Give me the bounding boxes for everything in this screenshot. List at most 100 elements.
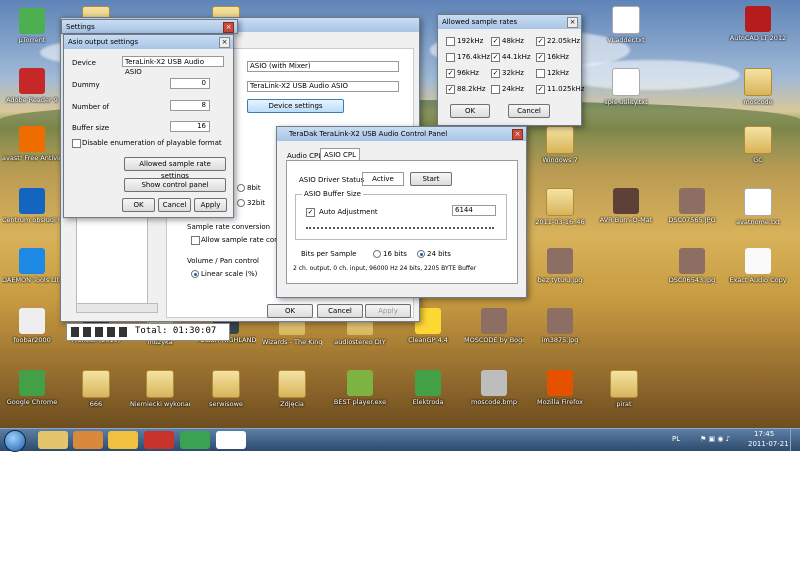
desktop-icon[interactable]: AVR Burn-O-Mat <box>596 188 656 224</box>
rate-checkbox[interactable] <box>536 69 545 78</box>
rates-cancel-button[interactable]: Cancel <box>508 104 550 118</box>
dummy-input[interactable]: 0 <box>170 78 210 89</box>
desktop-icon[interactable]: moscode.bmp <box>464 370 524 406</box>
start-button[interactable] <box>4 430 26 452</box>
rate-checkbox[interactable]: ✓ <box>536 85 545 94</box>
security-task-icon[interactable] <box>108 431 138 449</box>
bits-24-radio[interactable] <box>417 250 425 258</box>
rate-checkbox[interactable]: ✓ <box>446 85 455 94</box>
desktop-icon[interactable]: bez tytułu.jpg <box>530 248 590 284</box>
desktop-icon[interactable]: Google Chrome <box>2 370 62 406</box>
desktop-icon[interactable]: µTorrent <box>2 8 62 44</box>
teradak-control-panel-window: TeraDak TeraLink-X2 USB Audio Control Pa… <box>276 126 527 298</box>
desktop-icon[interactable]: spis utility.txt <box>596 68 656 106</box>
start-button[interactable]: Start <box>410 172 452 186</box>
chrome-task-icon[interactable] <box>180 431 210 449</box>
number-input[interactable]: 8 <box>170 100 210 111</box>
rate-label: 96kHz <box>457 69 479 77</box>
media-player-task-icon[interactable] <box>73 431 103 449</box>
desktop-icon[interactable]: moscode <box>728 68 788 106</box>
output-mode-select[interactable]: ASIO (with Mixer) <box>247 61 399 72</box>
desktop-icon[interactable]: DSC06543.jpg <box>662 248 722 284</box>
close-icon[interactable]: × <box>223 22 234 33</box>
disable-enum-checkbox[interactable] <box>72 139 81 148</box>
device-settings-button[interactable]: Device settings <box>247 99 344 113</box>
asio-cancel-button[interactable]: Cancel <box>158 198 191 212</box>
rate-checkbox[interactable] <box>446 53 455 62</box>
buffer-slider[interactable] <box>306 224 494 229</box>
desktop-icon-label: AVR Burn-O-Mat <box>599 216 653 224</box>
rate-checkbox[interactable] <box>446 37 455 46</box>
desktop-icon[interactable]: avatnome.txt <box>728 188 788 226</box>
rate-checkbox[interactable]: ✓ <box>491 53 500 62</box>
tray-icons[interactable]: ⚑ ▣ ◉ ♪ <box>700 435 730 443</box>
linear-scale-radio[interactable] <box>191 270 199 278</box>
explorer-task-icon[interactable] <box>38 431 68 449</box>
desktop-icon[interactable]: Mozilla Firefox <box>530 370 590 406</box>
device-select[interactable]: TeraLink-X2 USB Audio ASIO <box>122 56 224 76</box>
desktop-icon[interactable]: pirat <box>594 370 654 408</box>
allow-rate-conversion-checkbox[interactable] <box>191 236 200 245</box>
desktop-icon[interactable]: AutoCAD LT 2012 <box>728 6 788 42</box>
close-icon[interactable]: × <box>219 37 230 48</box>
folder-icon <box>82 370 110 398</box>
language-indicator[interactable]: PL <box>672 435 680 443</box>
bg-cancel-button[interactable]: Cancel <box>317 304 363 318</box>
bits-24-label: 24 bits <box>427 250 451 258</box>
desktop-icon[interactable]: foobar2000 <box>2 308 62 344</box>
buffer-value-field[interactable]: 6144 <box>452 205 496 216</box>
clock-time[interactable]: 17:45 <box>754 430 774 438</box>
desktop-icon[interactable]: 666 <box>66 370 126 408</box>
horizontal-scrollbar[interactable] <box>76 303 158 313</box>
desktop-icon[interactable]: Niemiecki wykonanie <box>130 370 190 408</box>
rate-checkbox[interactable]: ✓ <box>446 69 455 78</box>
desktop-icon[interactable]: VLadder.txt <box>596 6 656 44</box>
asio-ok-button[interactable]: OK <box>122 198 155 212</box>
desktop-icon[interactable]: DAEMON Tools Lite <box>2 248 62 284</box>
desktop-icon-label: foobar2000 <box>13 336 51 344</box>
show-control-panel-button[interactable]: Show control panel <box>124 178 226 192</box>
desktop-icon[interactable]: 2011-03-16_46 <box>530 188 590 226</box>
asio-apply-button[interactable]: Apply <box>194 198 227 212</box>
playback-controls-icon[interactable] <box>71 327 131 337</box>
desktop-icon[interactable]: Elektroda <box>398 370 458 406</box>
buffer-size-input[interactable]: 16 <box>170 121 210 132</box>
desktop-icon[interactable]: serwisowe <box>196 370 256 408</box>
show-desktop-button[interactable] <box>790 429 800 451</box>
close-icon[interactable]: × <box>567 17 578 28</box>
rate-checkbox[interactable]: ✓ <box>536 37 545 46</box>
desktop-icon[interactable]: Adobe Reader 9 <box>2 68 62 104</box>
desktop-icon[interactable]: Centrum obsługi HP <box>2 188 62 224</box>
desktop-icon[interactable]: BEST player.exe <box>330 370 390 406</box>
output-device-select[interactable]: TeraLink-X2 USB Audio ASIO <box>247 81 399 92</box>
device-label: Device <box>72 59 96 67</box>
desktop-icon[interactable]: im3875.jpg <box>530 308 590 344</box>
rate-checkbox[interactable]: ✓ <box>536 53 545 62</box>
clock-date[interactable]: 2011-07-21 <box>748 440 789 448</box>
auto-adjust-checkbox[interactable]: ✓ <box>306 208 315 217</box>
folder-icon <box>546 126 574 154</box>
allowed-sample-rate-button[interactable]: Allowed sample rate settings <box>124 157 226 180</box>
foobar-task-icon[interactable] <box>144 431 174 449</box>
desktop-icon[interactable]: Windows 7 <box>530 126 590 164</box>
desktop-icon[interactable]: Exact Audio Copy <box>728 248 788 284</box>
desktop-icon[interactable]: GC <box>728 126 788 164</box>
bits-16-radio[interactable] <box>373 250 381 258</box>
rates-ok-button[interactable]: OK <box>450 104 490 118</box>
rate-checkbox[interactable]: ✓ <box>491 69 500 78</box>
bg-apply-button[interactable]: Apply <box>365 304 411 318</box>
close-icon[interactable]: × <box>512 129 523 140</box>
bg-ok-button[interactable]: OK <box>267 304 313 318</box>
teradak-task-icon[interactable] <box>216 431 246 449</box>
desktop-icon[interactable]: MOSCODE by Bogdan.jpg <box>464 308 524 344</box>
desktop-icon[interactable]: avast! Free Antivirus <box>2 126 62 162</box>
tab-audio-cpl[interactable]: Audio CPL <box>287 152 322 160</box>
desktop-icon[interactable]: Zdjęcia <box>262 370 322 408</box>
bits-16-label: 16 bits <box>383 250 407 258</box>
bit-32-radio[interactable] <box>237 199 245 207</box>
rate-checkbox[interactable] <box>491 85 500 94</box>
folder-icon <box>744 68 772 96</box>
rate-checkbox[interactable]: ✓ <box>491 37 500 46</box>
desktop-icon[interactable]: DSC07565.JPG <box>662 188 722 224</box>
bit-8-radio[interactable] <box>237 184 245 192</box>
